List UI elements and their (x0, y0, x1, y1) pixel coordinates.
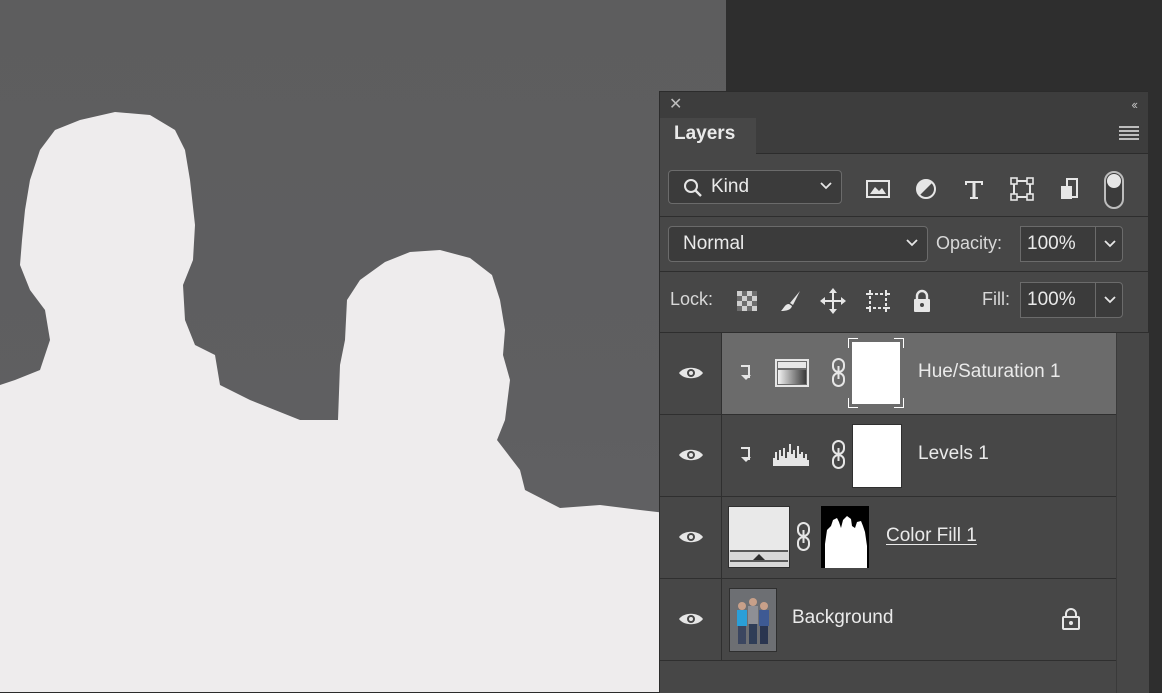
layer-row-hue-saturation[interactable]: Hue/Saturation 1 (660, 333, 1116, 415)
smart-object-filter-icon[interactable] (1057, 174, 1083, 204)
divider (660, 216, 1148, 217)
layer-name[interactable]: Levels 1 (918, 443, 989, 465)
lock-position-icon[interactable] (820, 288, 846, 314)
people-silhouette (0, 112, 726, 692)
background-photo-thumbnail[interactable] (729, 588, 777, 652)
lock-transparent-pixels-icon[interactable] (734, 288, 760, 314)
tab-layers[interactable]: Layers (660, 118, 756, 154)
color-fill-thumbnail[interactable] (728, 506, 790, 568)
adjustment-filter-icon[interactable] (913, 174, 939, 204)
layer-row-color-fill[interactable]: Color Fill 1 (660, 497, 1116, 579)
blend-mode-select[interactable]: Normal (668, 226, 928, 262)
lock-label: Lock: (670, 289, 714, 309)
eye-icon (679, 449, 703, 461)
shape-filter-icon[interactable] (1009, 174, 1035, 204)
fill-field[interactable]: 100% (1020, 282, 1096, 318)
lock-all-icon[interactable] (909, 288, 935, 314)
fill-label: Fill: (982, 289, 1010, 309)
panel-menu-icon[interactable] (1119, 126, 1139, 140)
visibility-toggle[interactable] (660, 333, 722, 414)
image-filter-icon[interactable] (865, 174, 891, 204)
visibility-toggle[interactable] (660, 415, 722, 496)
blend-mode-label: Normal (683, 233, 745, 254)
opacity-field[interactable]: 100% (1020, 226, 1096, 262)
clipping-mask-arrow-icon (741, 447, 751, 462)
chevron-down-icon (820, 182, 832, 190)
chevron-down-icon (906, 239, 918, 247)
opacity-label: Opacity: (936, 233, 1003, 253)
filter-kind-select[interactable]: Kind (668, 170, 842, 204)
layer-locked-icon[interactable] (1061, 607, 1081, 631)
layers-panel: ✕ ‹‹ Layers Kind Normal Opacity: 100% Lo… (659, 91, 1149, 693)
opacity-dropdown-button[interactable] (1095, 226, 1123, 262)
layer-mask-thumbnail[interactable] (821, 506, 869, 568)
chevron-down-icon (1104, 240, 1116, 248)
mask-link-icon (797, 522, 810, 551)
close-panel-icon[interactable]: ✕ (669, 97, 685, 113)
visibility-toggle[interactable] (660, 579, 722, 660)
clipping-mask-arrow-icon (741, 365, 751, 380)
layer-row-background[interactable]: Background (660, 579, 1116, 661)
eye-icon (679, 531, 703, 543)
levels-adjustment-icon (773, 444, 809, 466)
layers-scrollbar-track[interactable] (1116, 333, 1149, 693)
layer-mask-thumbnail[interactable] (852, 424, 902, 488)
mask-link-icon (832, 440, 845, 469)
layer-row-levels[interactable]: Levels 1 (660, 415, 1116, 497)
layer-name[interactable]: Background (792, 607, 893, 629)
divider (660, 271, 1148, 272)
lock-image-pixels-icon[interactable] (778, 288, 804, 314)
layer-content[interactable]: Background (722, 579, 1116, 660)
chevron-down-icon (1104, 296, 1116, 304)
eye-icon (679, 613, 703, 625)
fill-value: 100% (1027, 289, 1076, 310)
panel-title-bar: ✕ ‹‹ (660, 92, 1148, 118)
panel-tab-bar: Layers (660, 118, 1148, 154)
layers-list: Hue/Saturation 1 Levels 1 Color Fill 1 B… (660, 333, 1116, 693)
layer-name[interactable]: Color Fill 1 (886, 525, 977, 547)
hue-saturation-adjustment-icon (775, 359, 809, 387)
layer-name[interactable]: Hue/Saturation 1 (918, 361, 1061, 383)
layer-content[interactable]: Hue/Saturation 1 (722, 333, 1116, 414)
opacity-value: 100% (1027, 233, 1076, 254)
visibility-toggle[interactable] (660, 497, 722, 578)
filter-toggle-switch[interactable] (1104, 171, 1124, 209)
filter-kind-label: Kind (711, 176, 750, 197)
search-icon (684, 179, 702, 197)
eye-icon (679, 367, 703, 379)
lock-artboard-icon[interactable] (865, 288, 891, 314)
mask-selected-frame (848, 338, 904, 408)
fill-dropdown-button[interactable] (1095, 282, 1123, 318)
layer-content[interactable]: Color Fill 1 (722, 497, 1116, 578)
collapse-panel-icon[interactable]: ‹‹ (1131, 97, 1138, 112)
mask-link-icon (832, 358, 845, 387)
type-filter-icon[interactable] (961, 174, 987, 204)
layer-content[interactable]: Levels 1 (722, 415, 1116, 496)
